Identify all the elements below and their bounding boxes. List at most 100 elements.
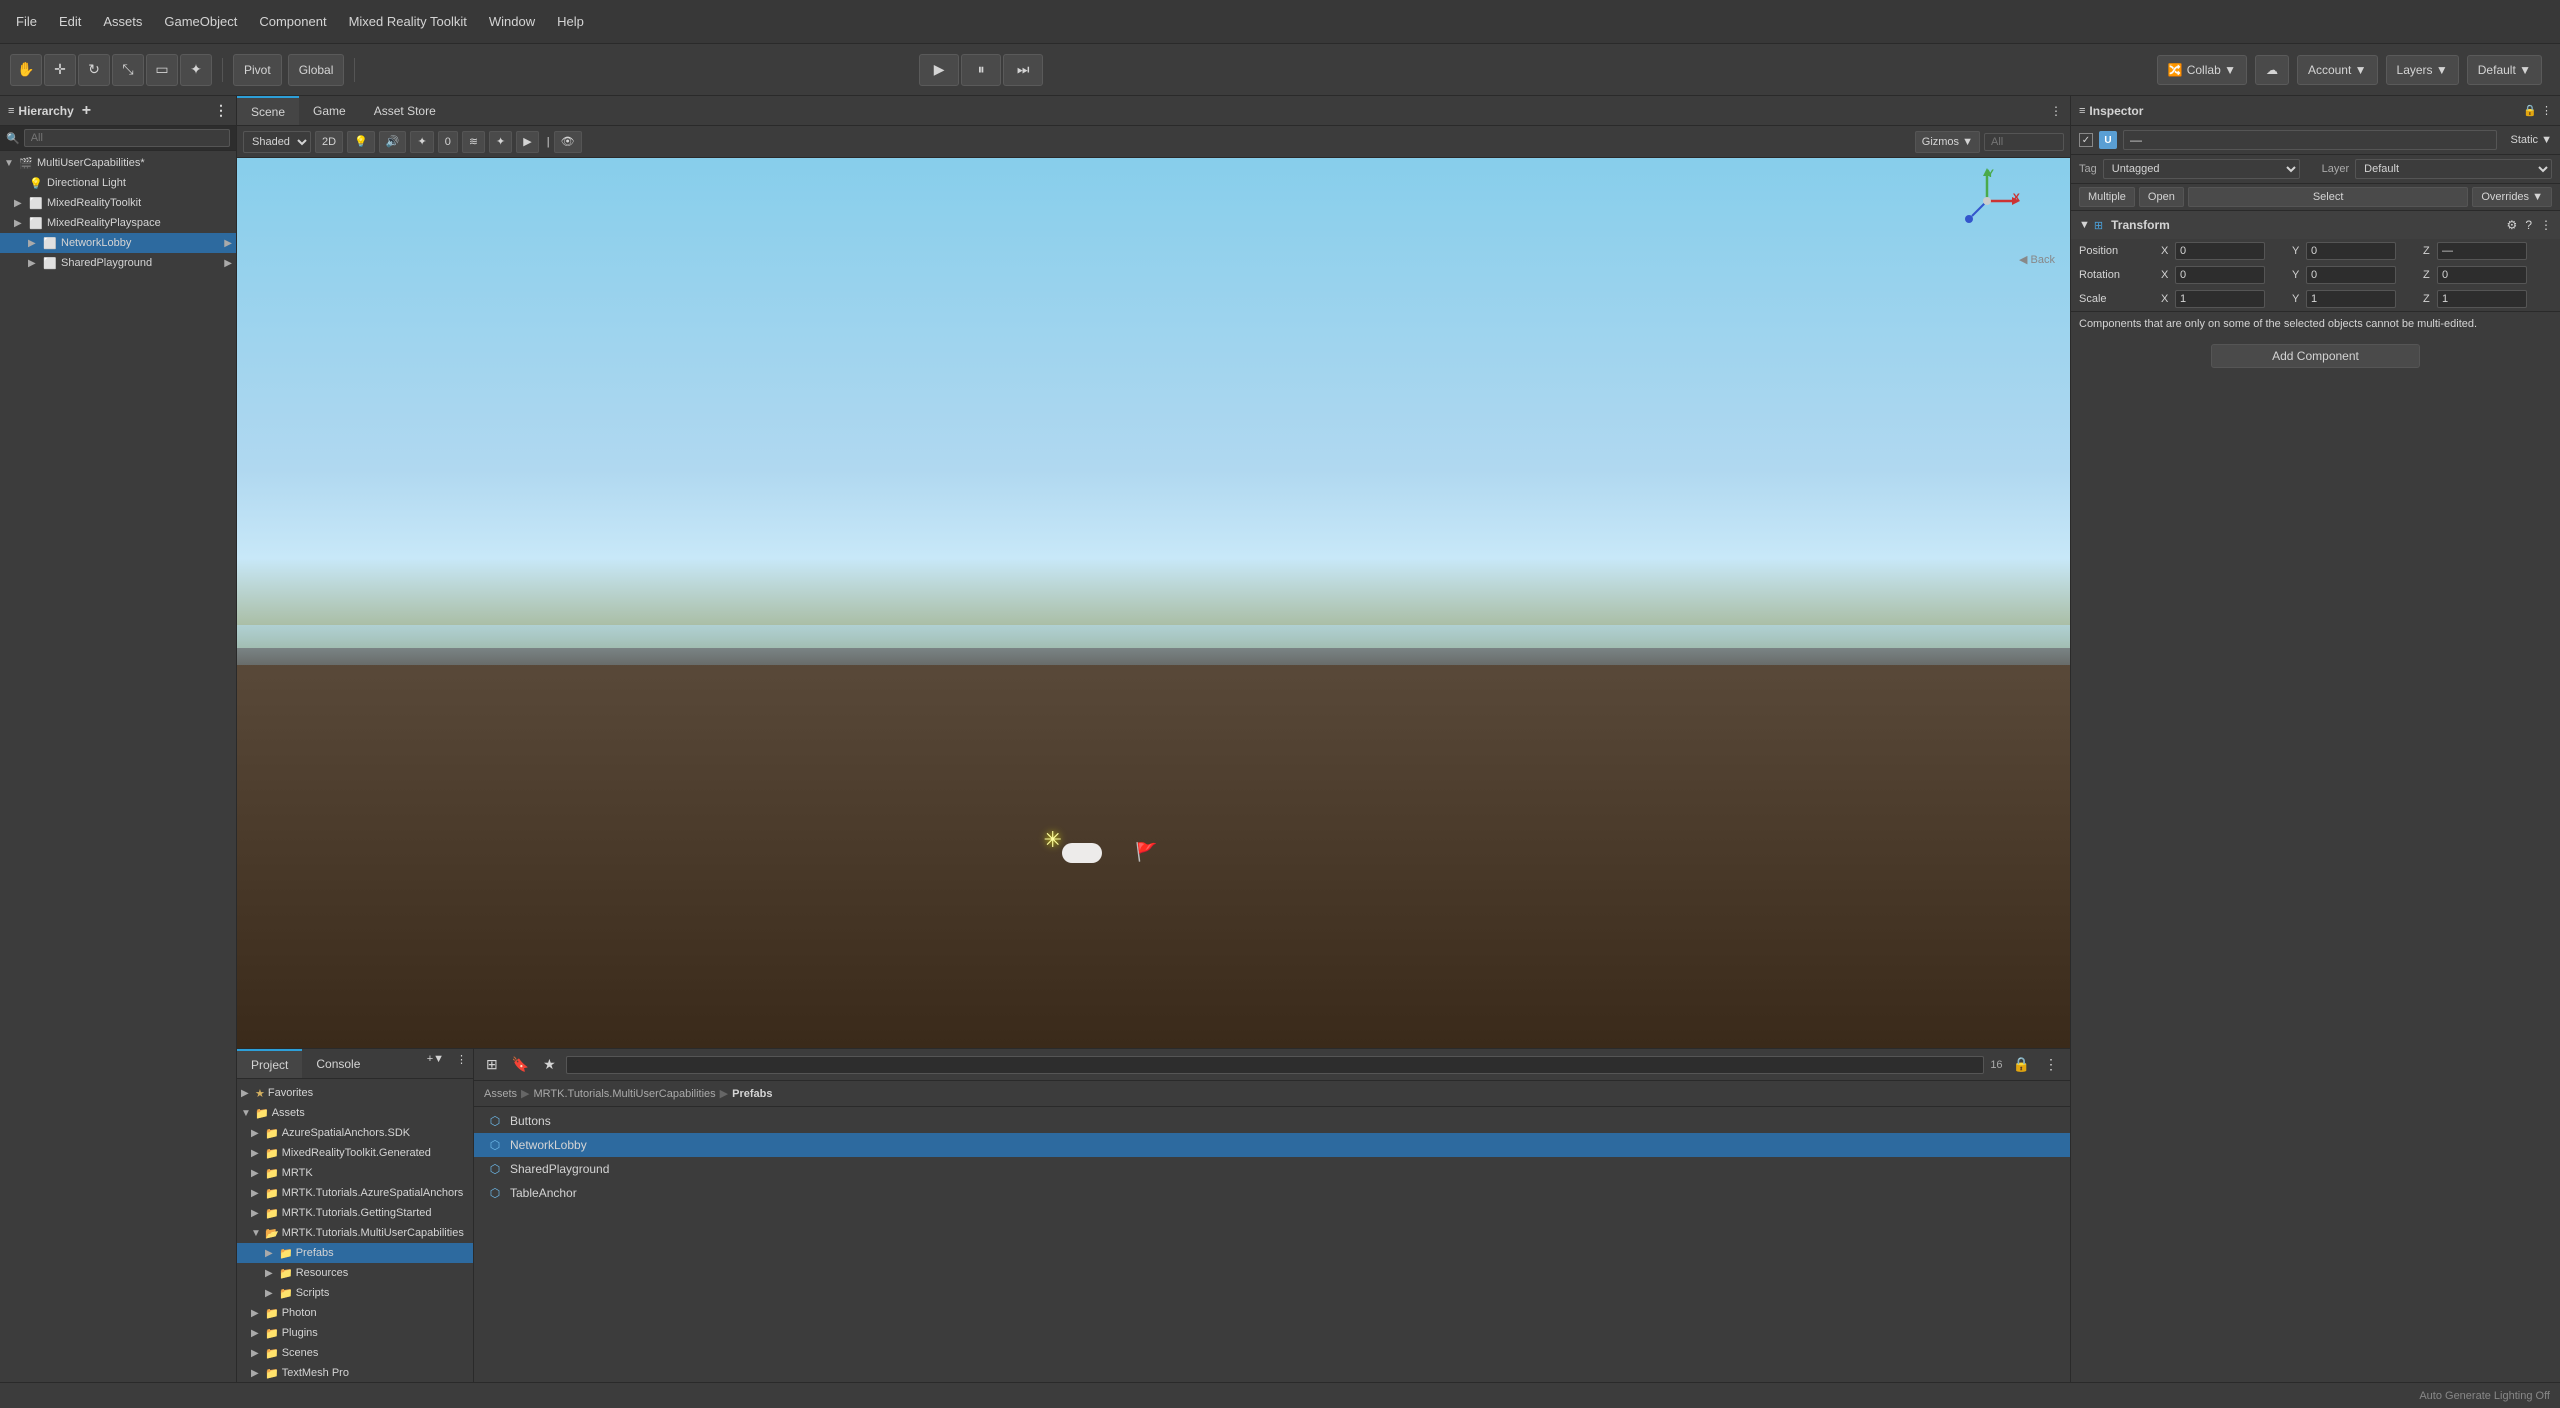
file-tableanchor[interactable]: ⬡ TableAnchor — [474, 1181, 2070, 1205]
hierarchy-search-input[interactable] — [24, 129, 230, 147]
flares-toggle[interactable]: ✦ — [489, 131, 512, 153]
file-sharedplayground[interactable]: ⬡ SharedPlayground — [474, 1157, 2070, 1181]
tab-scene[interactable]: Scene — [237, 96, 299, 125]
lighting-toggle[interactable]: 💡 — [347, 131, 375, 153]
add-button[interactable]: + — [82, 102, 91, 120]
menu-item-file[interactable]: File — [8, 10, 45, 33]
tab-game[interactable]: Game — [299, 96, 360, 125]
animated-materials-toggle[interactable]: ▶ — [516, 131, 538, 153]
breadcrumb-mrtk-multi[interactable]: MRTK.Tutorials.MultiUserCapabilities — [533, 1088, 715, 1100]
transform-header[interactable]: ▼ ⊞ Transform ⚙ ? ⋮ — [2071, 211, 2560, 239]
search-by-type-icon[interactable]: ★ — [539, 1056, 560, 1073]
inspector-options[interactable]: ⋮ — [2541, 104, 2552, 117]
add-component-button[interactable]: Add Component — [2211, 344, 2420, 368]
file-networklobby[interactable]: ⬡ NetworkLobby — [474, 1133, 2070, 1157]
hide-objects-toggle[interactable]: 👁 — [554, 131, 582, 153]
tab-console[interactable]: Console — [302, 1049, 374, 1078]
tree-item-mrtk[interactable]: ▶ ⬜ MixedRealityToolkit — [0, 193, 236, 213]
account-button[interactable]: Account ▼ — [2297, 55, 2378, 85]
scale-tool-button[interactable]: ⤡ — [112, 54, 144, 86]
rot-z-input[interactable] — [2437, 266, 2527, 284]
tree-item-playspace[interactable]: ▶ ⬜ MixedRealityPlayspace — [0, 213, 236, 233]
menu-item-assets[interactable]: Assets — [95, 10, 150, 33]
bookmark-icon[interactable]: 🔖 — [508, 1056, 533, 1073]
folder-photon[interactable]: ▶ 📁 Photon — [237, 1303, 473, 1323]
transform-settings-icon[interactable]: ⚙ — [2507, 218, 2518, 232]
folder-mrtk-azure[interactable]: ▶ 📁 MRTK.Tutorials.AzureSpatialAnchors — [237, 1183, 473, 1203]
rot-y-input[interactable] — [2306, 266, 2396, 284]
multiple-button[interactable]: Multiple — [2079, 187, 2135, 207]
file-buttons[interactable]: ⬡ Buttons — [474, 1109, 2070, 1133]
tree-item-multiuser[interactable]: ▼ 🎬 MultiUserCapabilities* — [0, 153, 236, 173]
effects-toggle[interactable]: ✦ — [410, 131, 433, 153]
scene-search-input[interactable] — [1984, 133, 2064, 151]
scale-x-input[interactable] — [2175, 290, 2265, 308]
scale-z-input[interactable] — [2437, 290, 2527, 308]
assets-search-input[interactable] — [566, 1056, 1985, 1074]
pivot-button[interactable]: Pivot — [233, 54, 282, 86]
menu-item-edit[interactable]: Edit — [51, 10, 89, 33]
move-tool-button[interactable]: ✛ — [44, 54, 76, 86]
layer-select[interactable]: Default — [2355, 159, 2552, 179]
breadcrumb-assets[interactable]: Assets — [484, 1088, 517, 1100]
select-button[interactable]: Select — [2188, 187, 2469, 207]
global-button[interactable]: Global — [288, 54, 345, 86]
overrides-button[interactable]: Overrides ▼ — [2472, 187, 2552, 207]
object-enabled-checkbox[interactable] — [2079, 133, 2093, 147]
panel-options-icon[interactable]: ⋮ — [2040, 1056, 2062, 1073]
fog-toggle[interactable]: ≋ — [462, 131, 485, 153]
folder-azure[interactable]: ▶ 📁 AzureSpatialAnchors.SDK — [237, 1123, 473, 1143]
folder-textmesh[interactable]: ▶ 📁 TextMesh Pro — [237, 1363, 473, 1383]
play-button[interactable]: ▶ — [919, 54, 959, 86]
menu-item-gameobject[interactable]: GameObject — [156, 10, 245, 33]
skybox-toggle[interactable]: 0 — [438, 131, 458, 153]
2d-toggle[interactable]: 2D — [315, 131, 343, 153]
back-label[interactable]: ◀ Back — [2019, 253, 2055, 266]
rot-x-input[interactable] — [2175, 266, 2265, 284]
object-name-input[interactable] — [2123, 130, 2497, 150]
menu-item-component[interactable]: Component — [251, 10, 334, 33]
custom-tool-button[interactable]: ✦ — [180, 54, 212, 86]
folder-scenes[interactable]: ▶ 📁 Scenes — [237, 1343, 473, 1363]
folder-mrtk-getting[interactable]: ▶ 📁 MRTK.Tutorials.GettingStarted — [237, 1203, 473, 1223]
add-asset-button[interactable]: +▼ — [421, 1049, 450, 1078]
hand-tool-button[interactable]: ✋ — [10, 54, 42, 86]
inspector-lock-icon[interactable]: 🔒 — [2523, 104, 2537, 117]
panel-lock-icon[interactable]: 🔒 — [2009, 1056, 2034, 1073]
pos-z-input[interactable] — [2437, 242, 2527, 260]
tree-item-dirlight[interactable]: 💡 Directional Light — [0, 173, 236, 193]
open-button[interactable]: Open — [2139, 187, 2184, 207]
step-button[interactable]: ⏭ — [1003, 54, 1043, 86]
shading-mode-select[interactable]: Shaded — [243, 131, 311, 153]
folder-mrtk-gen[interactable]: ▶ 📁 MixedRealityToolkit.Generated — [237, 1143, 473, 1163]
rotate-tool-button[interactable]: ↻ — [78, 54, 110, 86]
scene-panel-options[interactable]: ⋮ — [2042, 96, 2070, 125]
pos-x-input[interactable] — [2175, 242, 2265, 260]
folder-resources[interactable]: ▶ 📁 Resources — [237, 1263, 473, 1283]
tag-select[interactable]: Untagged — [2103, 159, 2300, 179]
folder-mrtk-multi[interactable]: ▼ 📂 MRTK.Tutorials.MultiUserCapabilities — [237, 1223, 473, 1243]
tab-project[interactable]: Project — [237, 1049, 302, 1078]
breadcrumb-prefabs[interactable]: Prefabs — [732, 1088, 772, 1100]
folder-prefabs[interactable]: ▶ 📁 Prefabs — [237, 1243, 473, 1263]
options-button[interactable]: ⋮ — [214, 102, 228, 119]
audio-toggle[interactable]: 🔊 — [379, 131, 407, 153]
rect-tool-button[interactable]: ▭ — [146, 54, 178, 86]
save-layout-icon[interactable]: ⊞ — [482, 1056, 502, 1073]
tree-item-sharedplayground[interactable]: ▶ ⬜ SharedPlayground ▶ — [0, 253, 236, 273]
transform-help-icon[interactable]: ? — [2525, 218, 2532, 232]
gizmos-dropdown[interactable]: Gizmos ▼ — [1915, 131, 1980, 153]
default-layout-button[interactable]: Default ▼ — [2467, 55, 2542, 85]
project-options[interactable]: ⋮ — [450, 1049, 473, 1078]
transform-more-icon[interactable]: ⋮ — [2540, 218, 2552, 232]
scale-y-input[interactable] — [2306, 290, 2396, 308]
tree-item-networklobby[interactable]: ▶ ⬜ NetworkLobby ▶ — [0, 233, 236, 253]
cloud-button[interactable]: ☁ — [2255, 55, 2289, 85]
folder-scripts[interactable]: ▶ 📁 Scripts — [237, 1283, 473, 1303]
menu-item-mrt[interactable]: Mixed Reality Toolkit — [341, 10, 475, 33]
folder-assets-root[interactable]: ▼ 📁 Assets — [237, 1103, 473, 1123]
menu-item-help[interactable]: Help — [549, 10, 592, 33]
menu-item-window[interactable]: Window — [481, 10, 543, 33]
layers-button[interactable]: Layers ▼ — [2386, 55, 2459, 85]
pause-button[interactable]: ⏸ — [961, 54, 1001, 86]
